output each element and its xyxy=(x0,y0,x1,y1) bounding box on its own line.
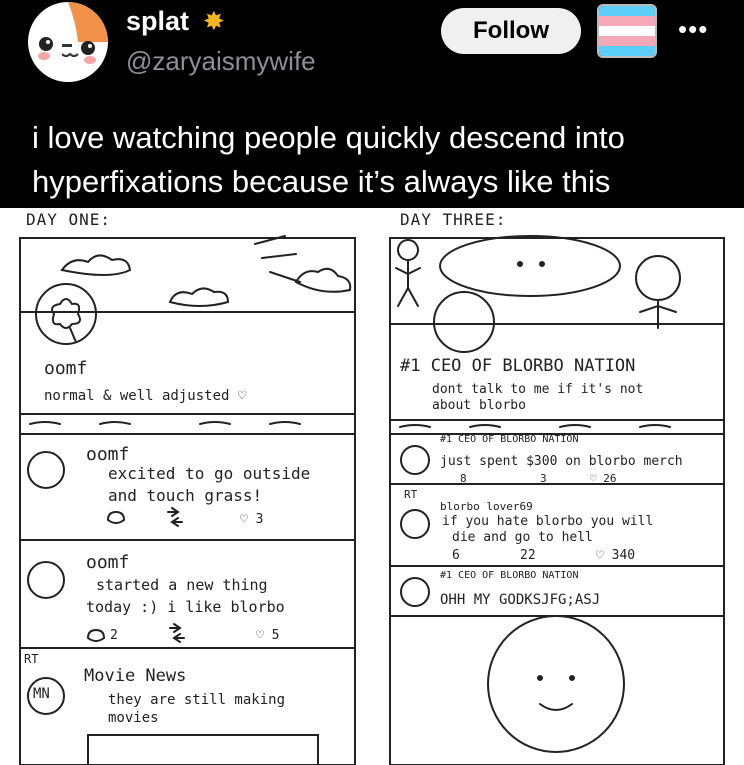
tweet-text: i love watching people quickly descend i… xyxy=(32,120,625,199)
like-count: 340 xyxy=(611,548,636,563)
right-post2-author: blorbo lover69 xyxy=(440,500,533,513)
left-bio: normal & well adjusted ♡ xyxy=(44,388,247,404)
right-post2-retweets: 22 xyxy=(520,548,536,563)
follow-button[interactable]: Follow xyxy=(441,8,581,54)
right-post1-author: #1 CEO OF BLORBO NATION xyxy=(440,434,579,445)
right-panel-title: DAY THREE: xyxy=(400,210,507,229)
left-rt-label: RT xyxy=(24,652,39,666)
flag-stripe xyxy=(599,26,655,36)
left-rt-author: Movie News xyxy=(84,666,187,686)
left-profile-name: oomf xyxy=(44,358,88,379)
right-post1-replies: 8 xyxy=(460,472,467,485)
movie-news-avatar: MN xyxy=(33,686,50,702)
flag-stripe xyxy=(599,16,655,26)
like-count: 26 xyxy=(603,472,617,485)
left-post1-line2: and touch grass! xyxy=(108,486,263,505)
right-post1-likes: ♡ 26 xyxy=(590,472,617,485)
more-icon[interactable]: ••• xyxy=(678,14,708,45)
tweet-header: splat ✸ @zaryaismywife Follow ••• i love… xyxy=(0,0,744,208)
left-post1-likes: ♡ 3 xyxy=(240,512,264,527)
left-rt-line2: movies xyxy=(108,710,159,726)
right-post2-likes: ♡ 340 xyxy=(596,548,636,563)
avatar[interactable] xyxy=(28,2,108,82)
left-post1-line1: excited to go outside xyxy=(108,464,311,483)
flag-stripe xyxy=(599,6,655,16)
left-post1-author: oomf xyxy=(86,444,130,465)
author-name[interactable]: splat xyxy=(126,6,189,37)
left-post2-replies: 2 xyxy=(110,628,118,643)
flag-stripe xyxy=(599,46,655,56)
comic-image[interactable]: DAY ONE: oomf normal & well adjusted ♡ o… xyxy=(0,208,744,765)
sun-icon: ✸ xyxy=(203,6,225,36)
flag-stripe xyxy=(599,36,655,46)
right-post3-author: #1 CEO OF BLORBO NATION xyxy=(440,570,579,581)
right-post2-replies: 6 xyxy=(452,548,460,563)
right-bio-line2: about blorbo xyxy=(432,398,526,413)
right-post2-line2: die and go to hell xyxy=(452,530,593,545)
right-post2-line1: if you hate blorbo you will xyxy=(442,514,654,529)
left-post2-author: oomf xyxy=(86,552,130,573)
left-post2-likes: ♡ 5 xyxy=(256,628,280,643)
left-post2-line1: started a new thing xyxy=(96,576,268,594)
right-profile-name: #1 CEO OF BLORBO NATION xyxy=(400,356,636,376)
author-handle[interactable]: @zaryaismywife xyxy=(126,46,316,77)
right-post1-text: just spent $300 on blorbo merch xyxy=(440,454,683,469)
like-count: 5 xyxy=(271,628,280,643)
like-count: 3 xyxy=(255,512,264,527)
left-rt-line1: they are still making xyxy=(108,692,286,708)
right-post3-text: OHH MY GODKSJFG;ASJ xyxy=(440,592,601,608)
right-post1-retweets: 3 xyxy=(540,472,547,485)
trans-flag-icon xyxy=(597,4,657,58)
right-bio-line1: dont talk to me if it's not xyxy=(432,382,644,397)
right-rt-label: RT xyxy=(404,488,418,501)
left-post2-line2: today :) i like blorbo xyxy=(86,598,285,616)
left-panel-title: DAY ONE: xyxy=(26,210,112,229)
